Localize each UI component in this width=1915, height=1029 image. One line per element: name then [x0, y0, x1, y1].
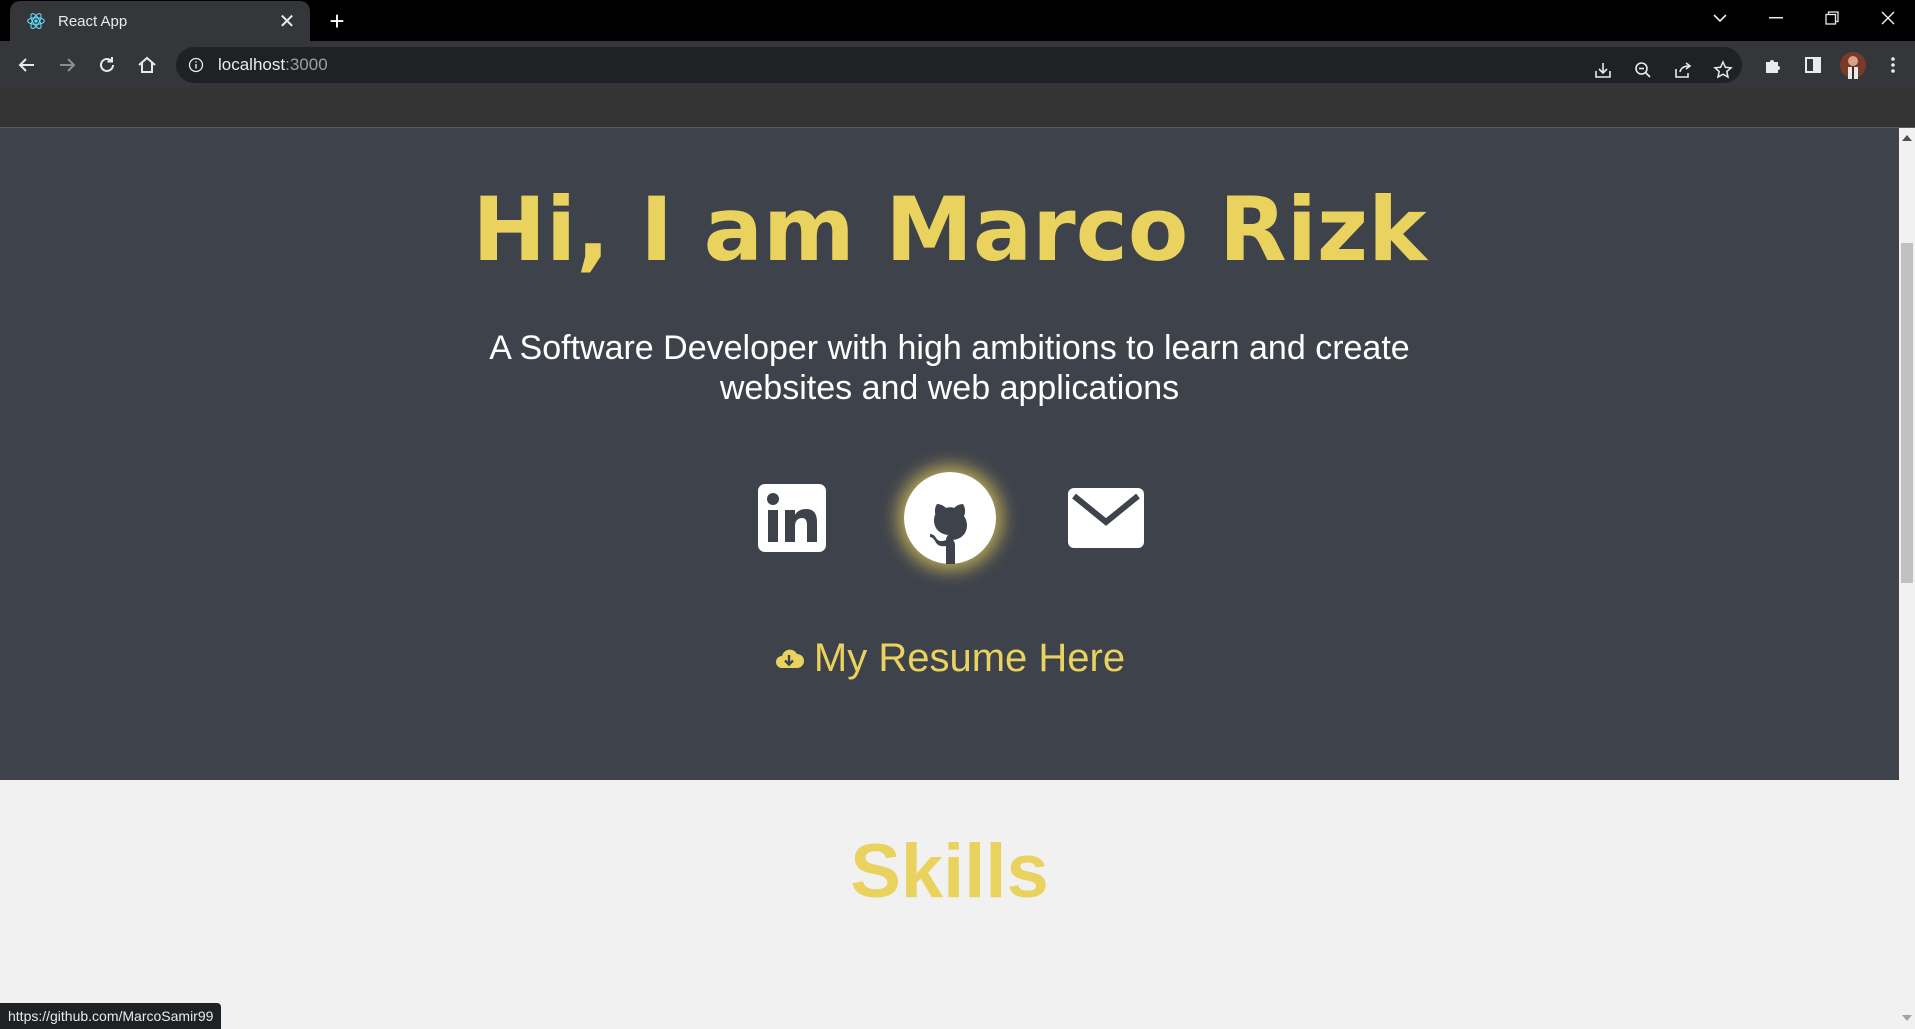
linkedin-icon — [758, 484, 826, 552]
browser-title-bar: React App ✕ + — [0, 0, 1915, 41]
email-link[interactable] — [1056, 468, 1156, 568]
install-app-icon[interactable] — [1588, 55, 1618, 85]
mail-icon — [1068, 488, 1144, 548]
back-arrow-icon[interactable] — [10, 48, 44, 82]
resume-label: My Resume Here — [813, 636, 1126, 680]
linkedin-link[interactable] — [742, 468, 842, 568]
minimize-button[interactable] — [1748, 0, 1804, 36]
hero-section: Hi, I am Marco Rizk A Software Developer… — [0, 128, 1899, 780]
page-navbar — [0, 88, 1915, 128]
scroll-down-arrow-icon[interactable] — [1902, 1015, 1912, 1021]
forward-arrow-icon[interactable] — [50, 48, 84, 82]
close-tab-icon[interactable]: ✕ — [276, 9, 298, 34]
bookmark-star-icon[interactable] — [1708, 55, 1738, 85]
hero-title: Hi, I am Marco Rizk — [472, 178, 1427, 281]
link-status-bubble: https://github.com/MarcoSamir99 — [0, 1003, 222, 1029]
resume-link[interactable]: My Resume Here — [0, 636, 1899, 681]
address-bar[interactable]: localhost:3000 — [176, 47, 1742, 83]
close-window-button[interactable] — [1860, 0, 1915, 36]
reload-icon[interactable] — [90, 48, 124, 82]
github-icon — [904, 472, 996, 564]
github-hover-glow — [904, 472, 996, 564]
share-icon[interactable] — [1668, 55, 1698, 85]
restore-button[interactable] — [1804, 0, 1860, 36]
extensions-puzzle-icon[interactable] — [1756, 48, 1790, 82]
page-scrollbar[interactable] — [1899, 128, 1915, 1029]
tab-title: React App — [58, 12, 128, 30]
github-link[interactable] — [900, 468, 1000, 568]
url-port: :3000 — [285, 55, 328, 74]
scroll-thumb[interactable] — [1901, 243, 1913, 583]
home-icon[interactable] — [130, 48, 164, 82]
skills-heading: Skills — [850, 829, 1049, 914]
scroll-up-arrow-icon[interactable] — [1902, 135, 1912, 141]
react-icon — [27, 13, 45, 29]
zoom-icon[interactable] — [1628, 55, 1658, 85]
cloud-download-icon — [775, 649, 804, 668]
url-host: localhost — [218, 55, 286, 74]
info-icon[interactable] — [188, 57, 204, 73]
browser-tab[interactable]: React App ✕ — [10, 1, 310, 41]
tab-search-icon[interactable] — [1692, 0, 1748, 36]
profile-avatar[interactable] — [1836, 48, 1870, 82]
new-tab-button[interactable]: + — [322, 6, 352, 36]
hero-subtitle: A Software Developer with high ambitions… — [489, 329, 1410, 407]
browser-toolbar: localhost:3000 — [0, 41, 1915, 88]
menu-kebab-icon[interactable] — [1876, 48, 1910, 82]
side-panel-icon[interactable] — [1796, 48, 1830, 82]
